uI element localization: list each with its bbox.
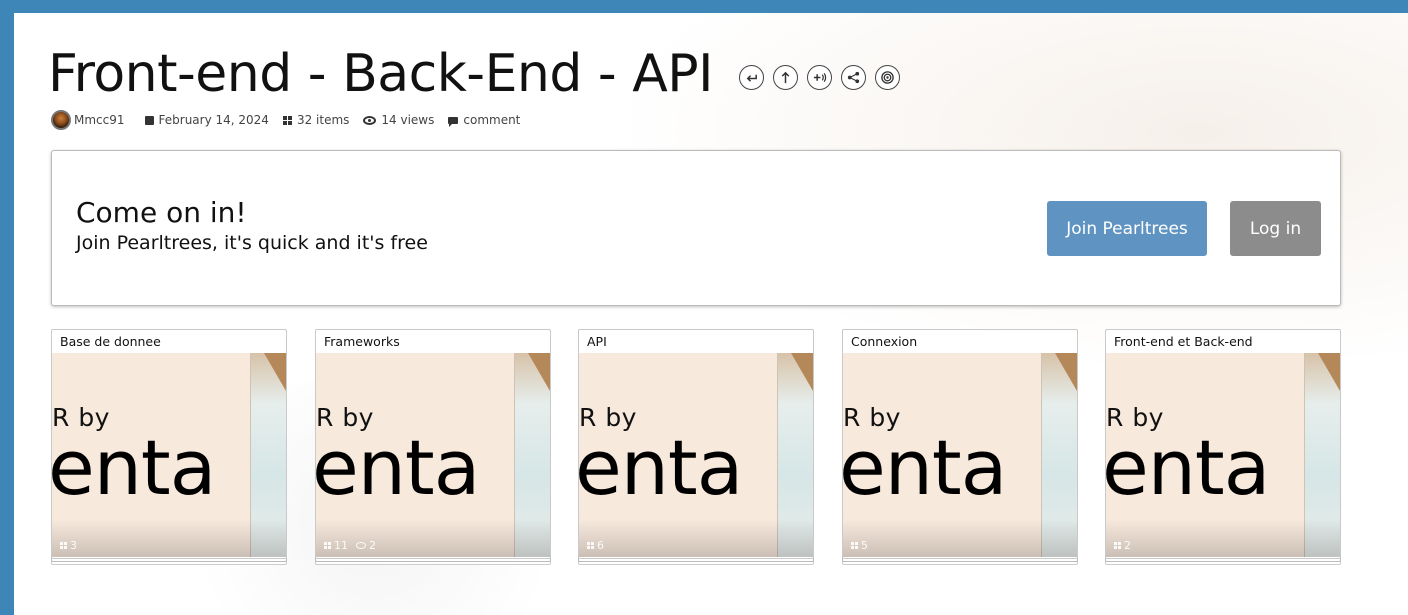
card-title[interactable]: Base de donnee	[52, 330, 286, 353]
thumbnail-text: enta	[316, 423, 480, 512]
card-stats: 11 2	[324, 539, 376, 552]
grid-icon	[324, 542, 331, 549]
card-stats: 6	[587, 539, 604, 552]
pearltree-meta: Mmcc91 February 14, 2024 32 items 14 vie…	[51, 110, 520, 130]
grid-icon	[282, 115, 292, 125]
add-icon[interactable]	[806, 64, 832, 90]
eye-icon	[363, 115, 377, 125]
card-thumbnail[interactable]: R by enta 3	[52, 353, 286, 557]
author[interactable]: Mmcc91	[51, 110, 125, 130]
card-stats: 5	[851, 539, 868, 552]
card-stats: 2	[1114, 539, 1131, 552]
banner-heading: Come on in!	[76, 196, 247, 229]
views-info: 14 views	[363, 113, 434, 127]
card-thumbnail[interactable]: R by enta 2	[1106, 353, 1340, 557]
card-stats: 3	[60, 539, 77, 552]
collection-card[interactable]: Front-end et Back-end R by enta 2	[1105, 329, 1341, 559]
page-title: Front-end - Back-End - API	[48, 44, 713, 104]
thumbnail-text: enta	[1106, 423, 1270, 512]
collection-card[interactable]: Frameworks R by enta 11 2	[315, 329, 551, 559]
up-icon[interactable]	[772, 64, 798, 90]
card-count: 2	[1124, 539, 1131, 552]
card-title[interactable]: API	[579, 330, 813, 353]
signup-banner: Come on in! Join Pearltrees, it's quick …	[51, 150, 1341, 306]
eye-icon	[356, 542, 366, 549]
collection-card[interactable]: Connexion R by enta 5	[842, 329, 1078, 559]
page-header: Front-end - Back-End - API	[48, 43, 900, 105]
comment-link[interactable]: comment	[448, 113, 520, 127]
card-title[interactable]: Front-end et Back-end	[1106, 330, 1340, 353]
card-thumbnail[interactable]: R by enta 5	[843, 353, 1077, 557]
collection-card[interactable]: API R by enta 6	[578, 329, 814, 559]
comment-label[interactable]: comment	[463, 113, 520, 127]
collection-card[interactable]: Base de donnee R by enta 3	[51, 329, 287, 559]
grid-icon	[587, 542, 594, 549]
views-count: 14 views	[381, 113, 435, 127]
target-icon[interactable]	[874, 64, 900, 90]
thumbnail-text: enta	[52, 423, 216, 512]
join-button[interactable]: Join Pearltrees	[1047, 201, 1207, 256]
card-count: 11	[334, 539, 348, 552]
thumbnail-text: enta	[579, 423, 743, 512]
card-count: 6	[597, 539, 604, 552]
avatar[interactable]	[51, 110, 71, 130]
page: Front-end - Back-End - API Mmcc91 Februa…	[14, 13, 1408, 615]
share-icon[interactable]	[840, 64, 866, 90]
calendar-icon	[144, 115, 154, 125]
comment-icon	[448, 116, 459, 127]
date-info: February 14, 2024	[144, 113, 269, 127]
back-icon[interactable]	[738, 64, 764, 90]
grid-icon	[60, 542, 67, 549]
items-count: 32 items	[296, 113, 350, 127]
banner-subheading: Join Pearltrees, it's quick and it's fre…	[76, 232, 428, 254]
toolbar	[738, 64, 900, 90]
date-label: February 14, 2024	[158, 113, 269, 127]
grid-icon	[1114, 542, 1121, 549]
author-name[interactable]: Mmcc91	[74, 113, 125, 127]
card-thumbnail[interactable]: R by enta 11 2	[316, 353, 550, 557]
card-thumbnail[interactable]: R by enta 6	[579, 353, 813, 557]
card-count: 3	[70, 539, 77, 552]
card-title[interactable]: Connexion	[843, 330, 1077, 353]
items-info: 32 items	[282, 113, 350, 127]
grid-icon	[851, 542, 858, 549]
card-count: 5	[861, 539, 868, 552]
card-views: 2	[369, 539, 376, 552]
card-title[interactable]: Frameworks	[316, 330, 550, 353]
thumbnail-text: enta	[843, 423, 1007, 512]
login-button[interactable]: Log in	[1230, 201, 1321, 256]
